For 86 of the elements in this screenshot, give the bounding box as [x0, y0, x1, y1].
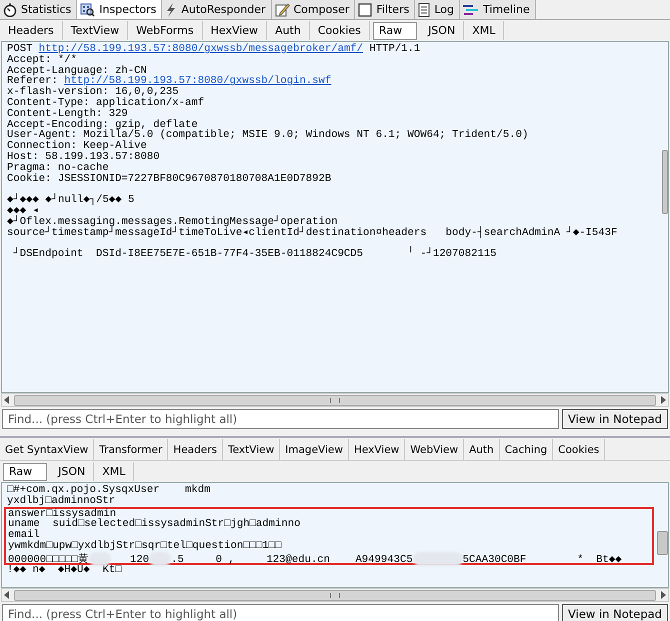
- request-text-area[interactable]: [1, 41, 669, 393]
- scroll-left-icon[interactable]: [2, 591, 12, 599]
- tab[interactable]: Transformer: [94, 439, 168, 460]
- tab[interactable]: Auth: [464, 439, 500, 460]
- response-line: 000000□□□□□黄 120 .5 0 , 123@edu.cn A949943C5 5CAA30C0BF * Bt◆◆: [8, 552, 623, 563]
- tab[interactable]: Get SyntaxView: [0, 439, 94, 460]
- view-in-notepad-button[interactable]: View in Notepad: [562, 409, 668, 429]
- tab[interactable]: TextView: [223, 439, 280, 460]
- tab[interactable]: Caching: [500, 439, 554, 460]
- tab[interactable]: WebForms: [128, 21, 203, 40]
- blur-patch: [88, 552, 111, 566]
- tab[interactable]: Log: [415, 0, 460, 19]
- tab[interactable]: Cookies: [310, 21, 370, 40]
- request-line: Referer: http://58.199.193.57:8080/gxwssb/login.swf: [7, 76, 332, 88]
- response-line: uname suid□selected□issysadminStr□jgh□adminno: [8, 519, 302, 530]
- timeline-icon: [463, 4, 479, 16]
- tab[interactable]: XML: [94, 462, 134, 481]
- blur-patch: [149, 552, 172, 566]
- request-line: Connection: Keep-Alive: [7, 141, 147, 152]
- request-line: Accept-Language: zh-CN: [7, 66, 147, 76]
- request-line: Accept-Encoding: gzip, deflate: [7, 120, 198, 130]
- scroll-thumb[interactable]: [657, 531, 668, 555]
- tab-label: Inspectors: [99, 3, 156, 16]
- tab[interactable]: HexView: [348, 439, 406, 460]
- request-line: Content-Type: application/x-amf: [7, 98, 206, 109]
- stopwatch-icon: [3, 2, 17, 16]
- request-line: ◆┘◆◆◆ ◆┘null◆┐/5◆◆ 5: [7, 195, 136, 206]
- checkbox-icon: [358, 2, 372, 16]
- request-line: POST http://58.199.193.57:8080/gxwssb/messagebroker/amf/ HTTP/1.1: [7, 44, 422, 55]
- tab[interactable]: Composer: [272, 0, 356, 19]
- find-field[interactable]: Find... (press Ctrl+Enter to highlight all): [2, 604, 560, 621]
- request-line: Content-Length: 329: [7, 108, 128, 120]
- tab[interactable]: Raw: [372, 22, 418, 40]
- horizontal-scrollbar[interactable]: [1, 588, 669, 602]
- tab[interactable]: WebView: [405, 439, 464, 460]
- pencil-paper-icon: [274, 2, 290, 16]
- request-line: Accept: */*: [7, 54, 78, 66]
- tab[interactable]: XML: [464, 21, 504, 40]
- tab[interactable]: Filters: [355, 0, 416, 19]
- tab[interactable]: ImageView: [280, 439, 349, 460]
- tab-label: Statistics: [21, 3, 72, 16]
- response-line: answer□issysadmin: [8, 508, 116, 520]
- request-line: ◆┘Oflex.messaging.messages.RemotingMessage┘operation: [7, 216, 338, 228]
- request-line: Host: 58.199.193.57:8080: [7, 152, 161, 163]
- view-in-notepad-button[interactable]: View in Notepad: [562, 604, 668, 621]
- response-line: email: [8, 530, 40, 541]
- find-field[interactable]: Find... (press Ctrl+Enter to highlight all): [2, 409, 560, 429]
- tab-label: Log: [434, 3, 454, 16]
- tab-label: AutoResponder: [181, 3, 266, 16]
- tab-label: Filters: [376, 3, 410, 16]
- request-line: source┘timestamp┘messageId┘timeToLive◂clientId┘destination¤headers body-┤searchAdminA ┘◆-I543F: [7, 228, 618, 238]
- tab-label: Composer: [294, 3, 350, 16]
- response-text-area[interactable]: [1, 482, 669, 588]
- tab[interactable]: JSON: [50, 462, 94, 481]
- document-icon: [418, 2, 430, 16]
- tab[interactable]: Statistics: [0, 0, 78, 19]
- tab[interactable]: AutoResponder: [162, 0, 272, 19]
- tab[interactable]: Timeline: [460, 0, 536, 19]
- tab[interactable]: HexView: [202, 21, 268, 40]
- url-link[interactable]: http://58.199.193.57:8080/gxwssb/messagebroker/amf/: [38, 43, 364, 55]
- tab[interactable]: Auth: [267, 21, 310, 40]
- request-line: Cookie: JSESSIONID=7227BF80C9670870180708A1E0D7892B: [7, 174, 332, 184]
- tab-label: Timeline: [483, 3, 530, 16]
- url-link[interactable]: http://58.199.193.57:8080/gxwssb/login.swf: [64, 75, 332, 88]
- response-line: □#+com.qx.pojo.SysqxUser mkdm: [7, 485, 212, 496]
- request-line: x-flash-version: 16,0,0,235: [7, 87, 179, 98]
- inspector-icon: [80, 2, 96, 16]
- scroll-left-icon[interactable]: [2, 396, 12, 404]
- request-line: User-Agent: Mozilla/5.0 (compatible; MSIE 9.0; Windows NT 6.1; WOW64; Trident/5.0): [7, 130, 530, 142]
- scroll-right-icon[interactable]: [658, 396, 668, 404]
- blur-patch: [412, 552, 463, 566]
- tab[interactable]: Headers: [168, 439, 223, 460]
- tab[interactable]: Raw: [3, 462, 48, 480]
- horizontal-scrollbar[interactable]: [1, 393, 669, 407]
- tab[interactable]: Inspectors: [77, 0, 162, 19]
- tab[interactable]: Cookies: [553, 439, 606, 460]
- response-line: ywmkdm□upw□yxdlbjStr□sqr□tel□question□□□1□□: [8, 540, 282, 552]
- scroll-right-icon[interactable]: [658, 591, 668, 599]
- lightning-icon: [165, 2, 178, 16]
- tab[interactable]: TextView: [62, 21, 128, 40]
- request-line: Pragma: no-cache: [7, 162, 109, 174]
- response-line: yxdlbj□adminnoStr: [7, 496, 116, 507]
- tab[interactable]: Headers: [0, 21, 63, 40]
- response-line: !◆◆ n◆ ◆H◆U◆ Kt□: [7, 564, 123, 576]
- scroll-thumb[interactable]: [662, 150, 668, 214]
- tab[interactable]: JSON: [420, 21, 464, 40]
